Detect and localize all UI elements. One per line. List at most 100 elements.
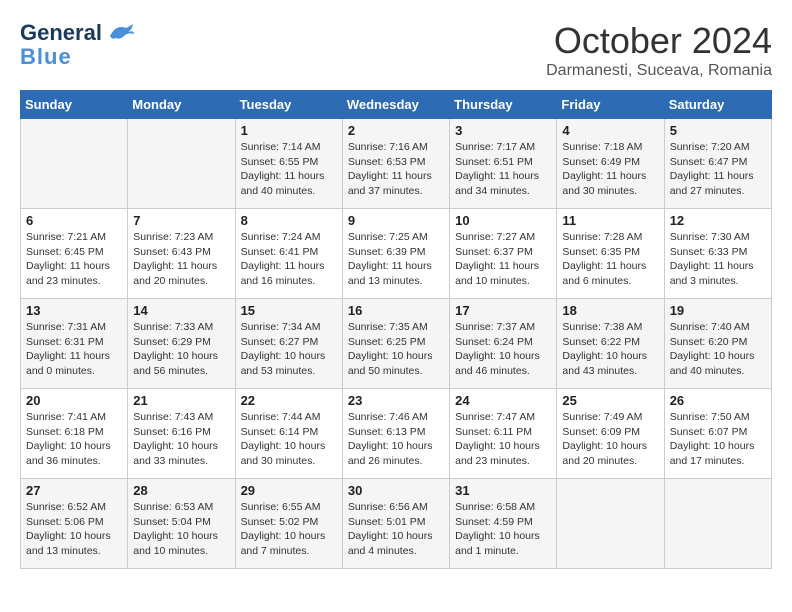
- cell-info: Sunrise: 7:35 AM Sunset: 6:25 PM Dayligh…: [348, 320, 444, 379]
- cell-info: Sunrise: 6:56 AM Sunset: 5:01 PM Dayligh…: [348, 500, 444, 559]
- day-number: 18: [562, 303, 658, 318]
- day-number: 4: [562, 123, 658, 138]
- calendar-cell: 6Sunrise: 7:21 AM Sunset: 6:45 PM Daylig…: [21, 209, 128, 299]
- week-row-4: 20Sunrise: 7:41 AM Sunset: 6:18 PM Dayli…: [21, 389, 772, 479]
- logo-blue-text: Blue: [20, 44, 72, 69]
- day-number: 26: [670, 393, 766, 408]
- day-number: 24: [455, 393, 551, 408]
- cell-info: Sunrise: 7:30 AM Sunset: 6:33 PM Dayligh…: [670, 230, 766, 289]
- cell-info: Sunrise: 7:49 AM Sunset: 6:09 PM Dayligh…: [562, 410, 658, 469]
- day-number: 27: [26, 483, 122, 498]
- day-header-monday: Monday: [128, 91, 235, 119]
- cell-info: Sunrise: 6:55 AM Sunset: 5:02 PM Dayligh…: [241, 500, 337, 559]
- day-number: 12: [670, 213, 766, 228]
- cell-info: Sunrise: 7:37 AM Sunset: 6:24 PM Dayligh…: [455, 320, 551, 379]
- cell-info: Sunrise: 6:58 AM Sunset: 4:59 PM Dayligh…: [455, 500, 551, 559]
- calendar-cell: 10 Sunrise: 7:27 AM Sunset: 6:37 PM Dayli…: [450, 209, 557, 299]
- day-number: 21: [133, 393, 229, 408]
- week-row-3: 13 Sunrise: 7:31 AM Sunset: 6:31 PM Dayli…: [21, 299, 772, 389]
- calendar-cell: 13 Sunrise: 7:31 AM Sunset: 6:31 PM Dayli…: [21, 299, 128, 389]
- day-number: 13: [26, 303, 122, 318]
- calendar-cell: 2Sunrise: 7:16 AM Sunset: 6:53 PM Daylig…: [342, 119, 449, 209]
- day-number: 5: [670, 123, 766, 138]
- calendar-cell: 24 Sunrise: 7:47 AM Sunset: 6:11 PM Dayli…: [450, 389, 557, 479]
- day-number: 14: [133, 303, 229, 318]
- calendar-cell: 31 Sunrise: 6:58 AM Sunset: 4:59 PM Dayli…: [450, 479, 557, 569]
- calendar-cell: 15Sunrise: 7:34 AM Sunset: 6:27 PM Dayli…: [235, 299, 342, 389]
- day-header-sunday: Sunday: [21, 91, 128, 119]
- calendar-cell: 11 Sunrise: 7:28 AM Sunset: 6:35 PM Dayli…: [557, 209, 664, 299]
- cell-info: Sunrise: 7:44 AM Sunset: 6:14 PM Dayligh…: [241, 410, 337, 469]
- day-header-wednesday: Wednesday: [342, 91, 449, 119]
- calendar-cell: 21Sunrise: 7:43 AM Sunset: 6:16 PM Dayli…: [128, 389, 235, 479]
- logo: General Blue: [20, 20, 134, 70]
- calendar-cell: 4 Sunrise: 7:18 AM Sunset: 6:49 PM Daylig…: [557, 119, 664, 209]
- cell-info: Sunrise: 7:50 AM Sunset: 6:07 PM Dayligh…: [670, 410, 766, 469]
- day-number: 31: [455, 483, 551, 498]
- cell-info: Sunrise: 7:25 AM Sunset: 6:39 PM Dayligh…: [348, 230, 444, 289]
- cell-info: Sunrise: 7:21 AM Sunset: 6:45 PM Dayligh…: [26, 230, 122, 289]
- calendar-cell: 26 Sunrise: 7:50 AM Sunset: 6:07 PM Dayli…: [664, 389, 771, 479]
- header: General Blue October 2024 Darmanesti, Su…: [20, 20, 772, 80]
- day-number: 2: [348, 123, 444, 138]
- calendar-cell: 5 Sunrise: 7:20 AM Sunset: 6:47 PM Daylig…: [664, 119, 771, 209]
- calendar-cell: [128, 119, 235, 209]
- month-title: October 2024: [546, 20, 772, 62]
- cell-info: Sunrise: 7:23 AM Sunset: 6:43 PM Dayligh…: [133, 230, 229, 289]
- cell-info: Sunrise: 6:53 AM Sunset: 5:04 PM Dayligh…: [133, 500, 229, 559]
- day-header-saturday: Saturday: [664, 91, 771, 119]
- cell-info: Sunrise: 7:28 AM Sunset: 6:35 PM Dayligh…: [562, 230, 658, 289]
- day-number: 17: [455, 303, 551, 318]
- location-title: Darmanesti, Suceava, Romania: [546, 62, 772, 80]
- day-number: 9: [348, 213, 444, 228]
- logo-text: General: [20, 20, 102, 46]
- calendar-cell: 30 Sunrise: 6:56 AM Sunset: 5:01 PM Dayli…: [342, 479, 449, 569]
- calendar-cell: [557, 479, 664, 569]
- cell-info: Sunrise: 7:20 AM Sunset: 6:47 PM Dayligh…: [670, 140, 766, 199]
- week-row-2: 6Sunrise: 7:21 AM Sunset: 6:45 PM Daylig…: [21, 209, 772, 299]
- calendar-cell: 28 Sunrise: 6:53 AM Sunset: 5:04 PM Dayli…: [128, 479, 235, 569]
- calendar-cell: 20Sunrise: 7:41 AM Sunset: 6:18 PM Dayli…: [21, 389, 128, 479]
- day-number: 29: [241, 483, 337, 498]
- day-number: 28: [133, 483, 229, 498]
- day-number: 11: [562, 213, 658, 228]
- day-header-friday: Friday: [557, 91, 664, 119]
- day-headers-row: SundayMondayTuesdayWednesdayThursdayFrid…: [21, 91, 772, 119]
- cell-info: Sunrise: 7:27 AM Sunset: 6:37 PM Dayligh…: [455, 230, 551, 289]
- cell-info: Sunrise: 7:24 AM Sunset: 6:41 PM Dayligh…: [241, 230, 337, 289]
- cell-info: Sunrise: 7:18 AM Sunset: 6:49 PM Dayligh…: [562, 140, 658, 199]
- day-number: 16: [348, 303, 444, 318]
- calendar-cell: 18 Sunrise: 7:38 AM Sunset: 6:22 PM Dayli…: [557, 299, 664, 389]
- day-number: 30: [348, 483, 444, 498]
- cell-info: Sunrise: 7:46 AM Sunset: 6:13 PM Dayligh…: [348, 410, 444, 469]
- cell-info: Sunrise: 7:41 AM Sunset: 6:18 PM Dayligh…: [26, 410, 122, 469]
- logo-bird-icon: [106, 22, 134, 44]
- calendar-table: SundayMondayTuesdayWednesdayThursdayFrid…: [20, 90, 772, 569]
- cell-info: Sunrise: 7:31 AM Sunset: 6:31 PM Dayligh…: [26, 320, 122, 379]
- calendar-cell: [664, 479, 771, 569]
- day-header-tuesday: Tuesday: [235, 91, 342, 119]
- day-number: 7: [133, 213, 229, 228]
- calendar-cell: [21, 119, 128, 209]
- day-number: 10: [455, 213, 551, 228]
- calendar-cell: 1Sunrise: 7:14 AM Sunset: 6:55 PM Daylig…: [235, 119, 342, 209]
- cell-info: Sunrise: 7:33 AM Sunset: 6:29 PM Dayligh…: [133, 320, 229, 379]
- calendar-cell: 19Sunrise: 7:40 AM Sunset: 6:20 PM Dayli…: [664, 299, 771, 389]
- cell-info: Sunrise: 6:52 AM Sunset: 5:06 PM Dayligh…: [26, 500, 122, 559]
- day-number: 25: [562, 393, 658, 408]
- day-number: 1: [241, 123, 337, 138]
- cell-info: Sunrise: 7:47 AM Sunset: 6:11 PM Dayligh…: [455, 410, 551, 469]
- calendar-cell: 29 Sunrise: 6:55 AM Sunset: 5:02 PM Dayli…: [235, 479, 342, 569]
- cell-info: Sunrise: 7:34 AM Sunset: 6:27 PM Dayligh…: [241, 320, 337, 379]
- calendar-cell: 17 Sunrise: 7:37 AM Sunset: 6:24 PM Dayli…: [450, 299, 557, 389]
- calendar-cell: 12 Sunrise: 7:30 AM Sunset: 6:33 PM Dayli…: [664, 209, 771, 299]
- calendar-cell: 22Sunrise: 7:44 AM Sunset: 6:14 PM Dayli…: [235, 389, 342, 479]
- day-number: 23: [348, 393, 444, 408]
- day-number: 3: [455, 123, 551, 138]
- day-number: 8: [241, 213, 337, 228]
- week-row-1: 1Sunrise: 7:14 AM Sunset: 6:55 PM Daylig…: [21, 119, 772, 209]
- cell-info: Sunrise: 7:38 AM Sunset: 6:22 PM Dayligh…: [562, 320, 658, 379]
- cell-info: Sunrise: 7:40 AM Sunset: 6:20 PM Dayligh…: [670, 320, 766, 379]
- calendar-cell: 23 Sunrise: 7:46 AM Sunset: 6:13 PM Dayli…: [342, 389, 449, 479]
- cell-info: Sunrise: 7:17 AM Sunset: 6:51 PM Dayligh…: [455, 140, 551, 199]
